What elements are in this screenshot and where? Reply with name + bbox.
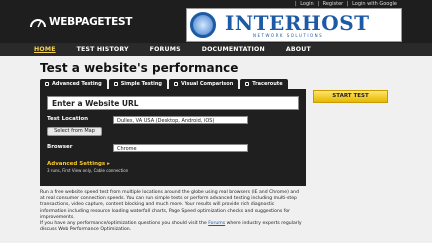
site-logo[interactable]: WEBPAGETEST: [30, 16, 132, 28]
tab-label: Advanced Testing: [52, 81, 102, 87]
advanced-settings-summary: 3 runs, First View only, Cable connectio…: [47, 168, 129, 173]
tab-label: Simple Testing: [120, 81, 162, 87]
nav-home[interactable]: HOME: [34, 46, 56, 53]
main-nav: HOME TEST HISTORY FORUMS DOCUMENTATION A…: [0, 43, 432, 56]
ad-title: INTERHOST: [225, 11, 370, 35]
browser-label: Browser: [47, 144, 73, 150]
login-google-link[interactable]: Login with Google: [352, 1, 397, 7]
test-location-select[interactable]: Dulles, VA USA (Desktop, Android, iOS): [113, 116, 248, 124]
tab-advanced-testing[interactable]: Advanced Testing: [40, 79, 107, 89]
browser-select[interactable]: Chrome: [113, 144, 248, 152]
separator: |: [294, 1, 297, 7]
nav-test-history[interactable]: TEST HISTORY: [77, 46, 129, 53]
advanced-settings-toggle[interactable]: Advanced Settings ▸: [47, 161, 110, 167]
login-link[interactable]: Login: [300, 1, 314, 7]
page-title: Test a website's performance: [40, 61, 239, 75]
description-paragraph: Run a free website speed test from multi…: [40, 190, 299, 220]
ad-subtitle: NETWORK SOLUTIONS: [253, 33, 324, 38]
tab-label: Visual Comparison: [181, 81, 234, 87]
nav-documentation[interactable]: DOCUMENTATION: [202, 46, 265, 53]
test-type-tabs: Advanced Testing Simple Testing Visual C…: [40, 79, 290, 89]
interhost-ad-banner[interactable]: INTERHOST NETWORK SOLUTIONS: [186, 8, 402, 42]
check-icon: [113, 82, 118, 86]
tab-label: Traceroute: [252, 81, 283, 87]
tab-simple-testing[interactable]: Simple Testing: [108, 79, 167, 89]
account-links: | Login | Register | Login with Google: [294, 1, 398, 7]
gear-icon: [45, 82, 49, 86]
forums-link[interactable]: Forums: [208, 221, 225, 226]
logo-text: WEBPAGETEST: [49, 16, 133, 28]
register-link[interactable]: Register: [323, 1, 344, 7]
top-bar: | Login | Register | Login with Google W…: [0, 0, 432, 43]
globe-icon: [190, 12, 216, 38]
speedometer-icon: [30, 18, 46, 27]
image-icon: [174, 82, 178, 86]
nav-about[interactable]: ABOUT: [286, 46, 311, 53]
url-input[interactable]: Enter a Website URL: [47, 96, 299, 110]
tab-visual-comparison[interactable]: Visual Comparison: [169, 79, 239, 89]
test-location-label: Test Location: [47, 116, 89, 122]
separator: |: [346, 1, 349, 7]
tab-traceroute[interactable]: Traceroute: [240, 79, 288, 89]
nav-forums[interactable]: FORUMS: [150, 46, 181, 53]
route-icon: [245, 82, 250, 86]
select-from-map-button[interactable]: Select from Map: [47, 127, 102, 136]
forums-text-before: If you have any performance/optimization…: [40, 221, 207, 226]
separator: |: [317, 1, 320, 7]
forums-paragraph: If you have any performance/optimization…: [40, 221, 302, 233]
start-test-button[interactable]: START TEST: [313, 90, 388, 103]
